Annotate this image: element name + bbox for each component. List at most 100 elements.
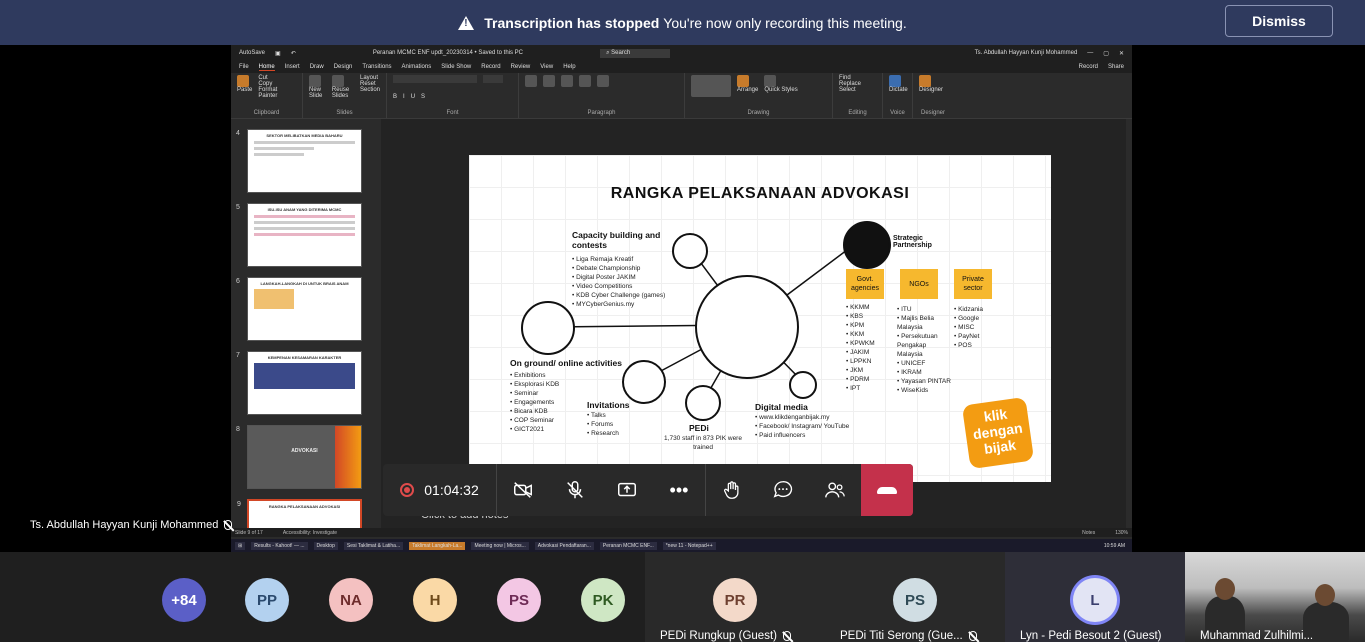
- taskbar-item[interactable]: Advokasi Pendaftaran...: [534, 541, 594, 550]
- tab-slide-show[interactable]: Slide Show: [441, 64, 471, 70]
- tab-transitions[interactable]: Transitions: [362, 64, 391, 70]
- zoom-level[interactable]: 130%: [1115, 530, 1128, 536]
- close-icon[interactable]: ✕: [1119, 50, 1124, 57]
- tab-insert[interactable]: Insert: [285, 64, 300, 70]
- tab-animations[interactable]: Animations: [402, 64, 432, 70]
- minimize-icon[interactable]: —: [1087, 50, 1093, 56]
- ribbon-tabs: File Home Insert Draw Design Transitions…: [231, 61, 1132, 73]
- tab-help[interactable]: Help: [563, 64, 575, 70]
- strikethrough-icon[interactable]: S: [421, 94, 425, 100]
- indent-icon[interactable]: [561, 75, 573, 87]
- start-icon[interactable]: ⊞: [235, 541, 246, 550]
- share-button[interactable]: Share: [1108, 64, 1124, 70]
- camera-toggle[interactable]: [497, 464, 549, 516]
- meeting-controls: 01:04:32 •••: [383, 464, 913, 516]
- ribbon-group-clipboard: Paste Cut Copy Format Painter Clipboard: [231, 73, 303, 118]
- digital-heading: Digital media: [755, 402, 808, 412]
- underline-icon[interactable]: U: [411, 94, 415, 100]
- undo-icon[interactable]: ↶: [291, 50, 296, 57]
- record-button[interactable]: Record: [1079, 64, 1098, 70]
- ribbon-group-slides: New Slide Reuse Slides Layout Reset Sect…: [303, 73, 387, 118]
- participants-button[interactable]: [809, 464, 861, 516]
- banner-text: You're now only recording this meeting.: [663, 14, 907, 31]
- ppt-statusbar: Slide 9 of 17 Accessibility: Investigate…: [231, 528, 1132, 537]
- paste-button[interactable]: Paste: [237, 75, 252, 93]
- taskbar-item[interactable]: Peranan MCMC ENF...: [599, 541, 657, 550]
- dismiss-button[interactable]: Dismiss: [1225, 5, 1333, 37]
- tab-review[interactable]: Review: [511, 64, 531, 70]
- font-selector[interactable]: [393, 75, 477, 83]
- arrange-button[interactable]: Arrange: [737, 75, 758, 93]
- participant-tile[interactable]: PR PEDi Rungkup (Guest): [645, 552, 825, 642]
- slide-thumbnail[interactable]: 6 LANGKAH-LANGKAH DI UNTUK BRAIS ANAM: [236, 277, 362, 341]
- search-box[interactable]: ⌕ Search: [600, 48, 671, 58]
- avatar[interactable]: NA: [329, 578, 373, 622]
- share-screen-button[interactable]: [601, 464, 653, 516]
- windows-taskbar: ⊞ Results - Kahoot! — ... Desktop Sesi T…: [231, 539, 1132, 552]
- autosave-toggle[interactable]: AutoSave: [239, 50, 265, 56]
- slide-thumbnail[interactable]: 8 ADVOKASI: [236, 425, 362, 489]
- select-button[interactable]: Select: [839, 87, 876, 93]
- avatar: PS: [893, 578, 937, 622]
- format-painter-button[interactable]: Format Painter: [258, 87, 296, 99]
- avatar[interactable]: PS: [497, 578, 541, 622]
- slide-thumbnail[interactable]: 7 KEMPENAN KESAMARAN KARAKTER: [236, 351, 362, 415]
- tab-file[interactable]: File: [239, 64, 249, 70]
- numbering-icon[interactable]: [543, 75, 555, 87]
- raise-hand-button[interactable]: [705, 464, 757, 516]
- taskbar-item[interactable]: Meeting now | Micros...: [471, 541, 529, 550]
- avatar[interactable]: PP: [245, 578, 289, 622]
- participant-tile[interactable]: PS PEDi Titi Serong (Gue...: [825, 552, 1005, 642]
- designer-button[interactable]: Designer: [919, 75, 947, 93]
- tab-home[interactable]: Home: [258, 64, 275, 71]
- dictate-button[interactable]: Dictate: [889, 75, 908, 93]
- slide-thumbnail[interactable]: 5 ISU-ISU ANAM YANG DITERIMA MCMC: [236, 203, 362, 267]
- mic-off-icon: [782, 630, 791, 641]
- taskbar-item[interactable]: *new 11 - Notepad++: [662, 541, 716, 550]
- avatar: L: [1073, 578, 1117, 622]
- section-button[interactable]: Section: [360, 87, 380, 93]
- tab-record[interactable]: Record: [481, 64, 500, 70]
- slide-counter: Slide 9 of 17: [235, 529, 263, 536]
- maximize-icon[interactable]: ▢: [1103, 50, 1109, 57]
- taskbar-item[interactable]: Taklimat Langkah-La...: [409, 541, 466, 550]
- avatar[interactable]: PK: [581, 578, 625, 622]
- participant-video[interactable]: Muhammad Zulhilmi...: [1185, 552, 1365, 642]
- avatar[interactable]: H: [413, 578, 457, 622]
- more-options-button[interactable]: •••: [653, 464, 705, 516]
- ribbon-group-editing: Find Replace Select Editing: [833, 73, 883, 118]
- share-screen-icon: [618, 482, 636, 497]
- video-person-head: [1215, 578, 1235, 600]
- font-size-selector[interactable]: [483, 75, 503, 83]
- chat-button[interactable]: [757, 464, 809, 516]
- slide-thumbnail[interactable]: 4 SEKTOR MELIBATKAN MEDIA BAHARU: [236, 129, 362, 193]
- overflow-participants-button[interactable]: +84: [162, 578, 206, 622]
- bold-icon[interactable]: B: [393, 94, 397, 100]
- italic-icon[interactable]: I: [403, 94, 405, 100]
- new-slide-button[interactable]: New Slide: [309, 75, 326, 99]
- quick-styles-button[interactable]: Quick Styles: [764, 75, 798, 93]
- slide-thumbnail-selected[interactable]: 9 RANGKA PELAKSANAAN ADVOKASI: [237, 499, 362, 531]
- ground-list: Exhibitions Eksplorasi KDB Seminar Engag…: [510, 371, 559, 434]
- tab-design[interactable]: Design: [334, 64, 353, 70]
- participant-tile-speaking[interactable]: L Lyn - Pedi Besout 2 (Guest): [1005, 552, 1185, 642]
- reuse-slides-button[interactable]: Reuse Slides: [331, 75, 354, 99]
- tab-draw[interactable]: Draw: [310, 64, 324, 70]
- shapes-gallery[interactable]: [691, 75, 731, 97]
- taskbar-item[interactable]: Desktop: [313, 541, 338, 550]
- file-title: Peranan MCMC ENF updt_20230314 • Saved t…: [372, 50, 524, 56]
- digital-list: www.klikdenganbijak.my Facebook/ Instagr…: [755, 413, 849, 440]
- mic-toggle[interactable]: [549, 464, 601, 516]
- strategic-heading: Strategic Partnership: [893, 235, 932, 249]
- taskbar-item[interactable]: Sesi Taklimat & Latiha...: [343, 541, 404, 550]
- taskbar-item[interactable]: Results - Kahoot! — ...: [251, 541, 308, 550]
- notes-button[interactable]: Notes: [1082, 530, 1095, 536]
- clock: 10:59 AM: [1103, 542, 1125, 549]
- align-left-icon[interactable]: [579, 75, 591, 87]
- leave-call-button[interactable]: [861, 464, 913, 516]
- bullets-icon[interactable]: [525, 75, 537, 87]
- align-center-icon[interactable]: [597, 75, 609, 87]
- tab-view[interactable]: View: [540, 64, 553, 70]
- save-icon[interactable]: ▣: [275, 50, 281, 57]
- accessibility-status[interactable]: Accessibility: Investigate: [283, 530, 337, 536]
